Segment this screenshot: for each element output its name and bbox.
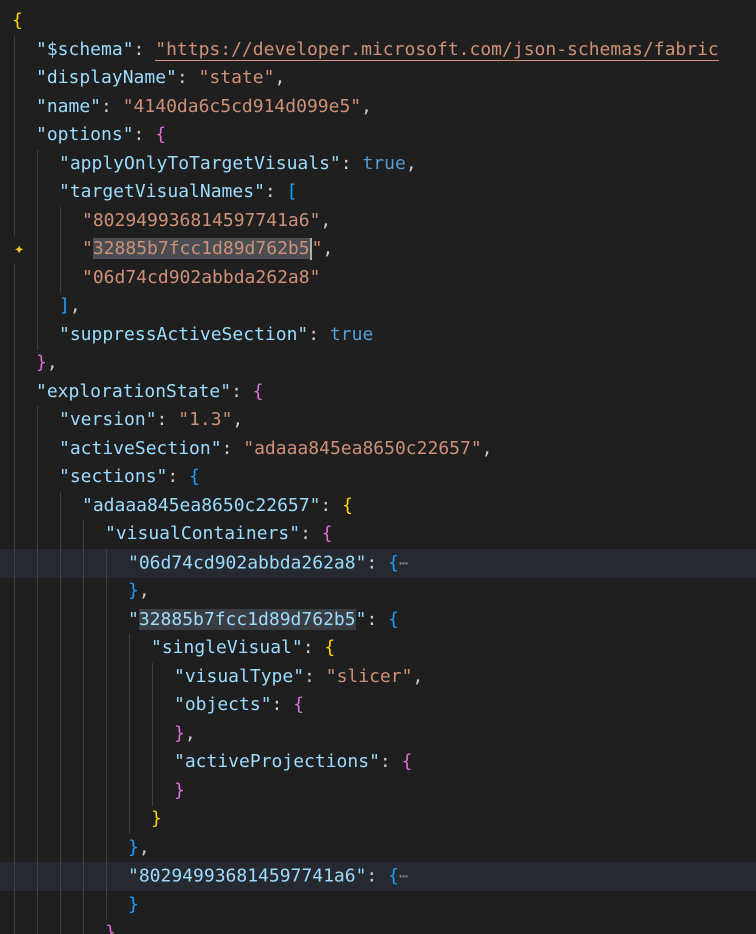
fold-ellipsis-icon[interactable]: ⋯ bbox=[399, 867, 408, 885]
visualcontainers-key: "visualContainers" bbox=[105, 523, 301, 544]
activeprojections-key: "activeProjections" bbox=[174, 751, 380, 772]
code-line: "visualType": "slicer", bbox=[0, 663, 756, 692]
schema-url-link[interactable]: "https://developer.microsoft.com/json-sc… bbox=[155, 39, 719, 61]
singlevisual-key: "singleVisual" bbox=[151, 637, 303, 658]
code-line: "targetVisualNames": [ bbox=[0, 178, 756, 207]
target-visual-1: "802949936814597741a6" bbox=[82, 210, 321, 231]
code-line: }, bbox=[0, 720, 756, 749]
displayname-value: "state" bbox=[198, 67, 275, 88]
visual-container-3-key: "802949936814597741a6" bbox=[128, 865, 367, 887]
code-line: "$schema": "https://developer.microsoft.… bbox=[0, 36, 756, 65]
visual-container-2-highlight: 32885b7fcc1d89d762b5 bbox=[138, 609, 356, 630]
code-line: } bbox=[0, 805, 756, 834]
folded-line[interactable]: "802949936814597741a6": {⋯ bbox=[0, 862, 756, 891]
sections-key: "sections" bbox=[59, 466, 168, 487]
applyonly-key: "applyOnlyToTargetVisuals" bbox=[59, 153, 341, 174]
code-line: ✦ "32885b7fcc1d89d762b5 ", bbox=[0, 235, 756, 264]
code-line: } bbox=[0, 891, 756, 920]
target-visual-3: "06d74cd902abbda262a8" bbox=[82, 267, 321, 288]
code-line: "objects": { bbox=[0, 691, 756, 720]
targetvisualnames-key: "targetVisualNames" bbox=[59, 181, 265, 202]
code-line: } bbox=[0, 777, 756, 806]
displayname-key: "displayName" bbox=[36, 67, 177, 88]
code-line: }, bbox=[0, 349, 756, 378]
code-line: "name": "4140da6c5cd914d099e5", bbox=[0, 93, 756, 122]
visualtype-key: "visualType" bbox=[174, 666, 305, 687]
section-id-key: "adaaa845ea8650c22657" bbox=[82, 495, 321, 516]
visualtype-value: "slicer" bbox=[325, 666, 413, 687]
code-line: "suppressActiveSection": true bbox=[0, 321, 756, 350]
code-line: "adaaa845ea8650c22657": { bbox=[0, 492, 756, 521]
code-line: "activeSection": "adaaa845ea8650c22657", bbox=[0, 435, 756, 464]
objects-key: "objects" bbox=[174, 694, 272, 715]
suppress-key: "suppressActiveSection" bbox=[59, 324, 309, 345]
options-key: "options" bbox=[36, 124, 134, 145]
folded-line[interactable]: "06d74cd902abbda262a8": {⋯ bbox=[0, 549, 756, 578]
code-line: "06d74cd902abbda262a8" bbox=[0, 264, 756, 293]
sparkle-icon[interactable]: ✦ bbox=[14, 235, 24, 264]
suppress-value: true bbox=[329, 324, 374, 345]
code-line: } bbox=[0, 919, 756, 934]
code-line: ], bbox=[0, 292, 756, 321]
code-line: "802949936814597741a6", bbox=[0, 207, 756, 236]
code-line: "version": "1.3", bbox=[0, 406, 756, 435]
activesection-value: "adaaa845ea8650c22657" bbox=[243, 438, 482, 459]
name-value: "4140da6c5cd914d099e5" bbox=[122, 96, 362, 117]
code-line: "explorationState": { bbox=[0, 378, 756, 407]
version-key: "version" bbox=[59, 409, 157, 430]
applyonly-value: true bbox=[362, 153, 406, 174]
code-line: }, bbox=[0, 834, 756, 863]
schema-key: "$schema" bbox=[36, 39, 134, 60]
activesection-key: "activeSection" bbox=[59, 438, 222, 459]
explorationstate-key: "explorationState" bbox=[36, 381, 232, 402]
code-line: "activeProjections": { bbox=[0, 748, 756, 777]
name-key: "name" bbox=[36, 96, 102, 117]
code-line: "applyOnlyToTargetVisuals": true, bbox=[0, 150, 756, 179]
code-line: { bbox=[12, 10, 23, 31]
code-line: }, bbox=[0, 577, 756, 606]
code-line: "singleVisual": { bbox=[0, 634, 756, 663]
code-line: "32885b7fcc1d89d762b5": { bbox=[0, 606, 756, 635]
code-line: "options": { bbox=[0, 121, 756, 150]
code-line: "displayName": "state", bbox=[0, 64, 756, 93]
code-line: "visualContainers": { bbox=[0, 520, 756, 549]
target-visual-2-selection[interactable]: 32885b7fcc1d89d762b5 bbox=[92, 238, 310, 259]
version-value: "1.3" bbox=[178, 409, 233, 430]
code-editor[interactable]: { "$schema": "https://developer.microsof… bbox=[0, 0, 756, 934]
code-line: "sections": { bbox=[0, 463, 756, 492]
visual-container-1-key: "06d74cd902abbda262a8" bbox=[128, 552, 367, 574]
fold-ellipsis-icon[interactable]: ⋯ bbox=[399, 554, 408, 572]
